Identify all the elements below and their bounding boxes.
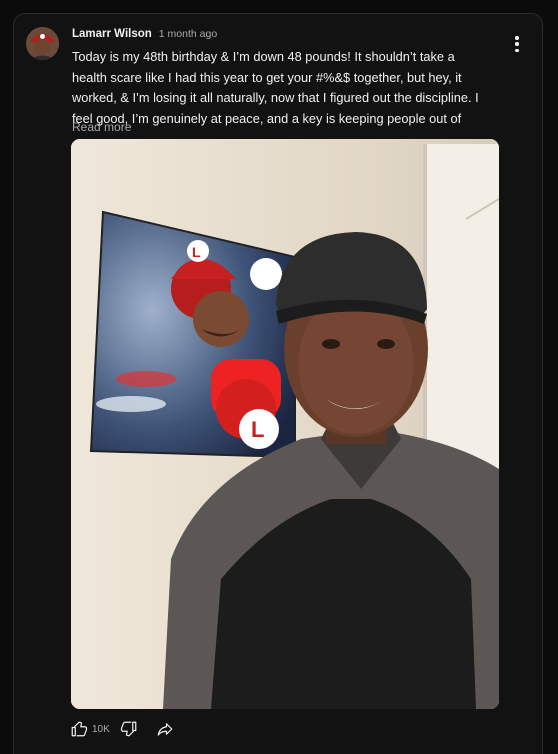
- thumb-up-icon: [71, 721, 88, 737]
- avatar[interactable]: [26, 27, 59, 60]
- author-name[interactable]: Lamarr Wilson: [72, 28, 152, 40]
- more-options-button[interactable]: [514, 36, 520, 52]
- read-more-link[interactable]: Read more: [72, 120, 131, 134]
- share-button[interactable]: [156, 720, 174, 738]
- svg-text:L: L: [251, 417, 264, 442]
- community-post-card: Lamarr Wilson 1 month ago Today is my 48…: [13, 13, 543, 754]
- post-header: Lamarr Wilson 1 month ago: [72, 28, 217, 40]
- like-count: 10K: [92, 723, 110, 735]
- thumb-down-icon: [120, 721, 137, 737]
- selfie-photo: L L: [71, 139, 499, 709]
- avatar-image: [26, 27, 59, 60]
- like-button[interactable]: 10K: [70, 720, 120, 738]
- share-icon: [157, 723, 173, 736]
- more-vert-icon: [515, 36, 519, 40]
- post-time[interactable]: 1 month ago: [159, 28, 217, 40]
- post-text: Today is my 48th birthday & I’m down 48 …: [72, 49, 479, 126]
- post-image[interactable]: L L: [71, 139, 499, 709]
- svg-text:L: L: [192, 244, 201, 260]
- post-actions: 10K: [70, 717, 174, 741]
- dislike-button[interactable]: [120, 720, 138, 738]
